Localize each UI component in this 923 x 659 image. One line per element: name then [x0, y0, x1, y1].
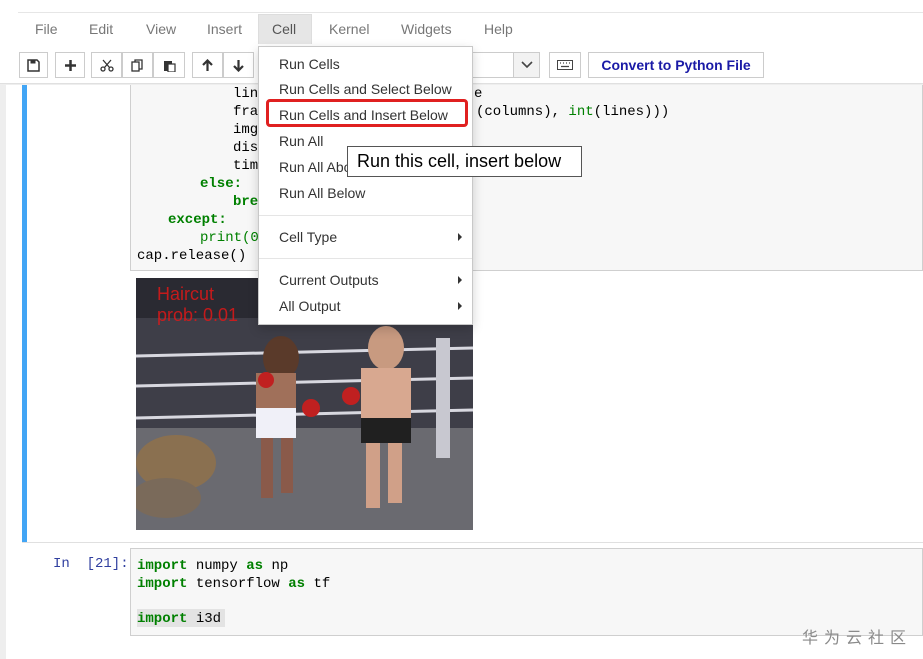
code-line-tail: e: [474, 86, 483, 102]
menu-divider: [259, 258, 472, 259]
cut-icon: [99, 59, 114, 72]
code-line: import numpy as np: [137, 558, 289, 574]
overlay-label: Haircut: [157, 284, 215, 304]
code-line: print(0: [200, 230, 259, 246]
overlay-prob: prob: 0.01: [157, 305, 239, 325]
code-keyword: import: [137, 576, 188, 592]
menu-widgets[interactable]: Widgets: [401, 20, 452, 42]
cell-separator: [22, 542, 923, 543]
code-line: tim: [233, 158, 259, 174]
menu-run-all-below[interactable]: Run All Below: [279, 183, 365, 203]
code-line: except:: [168, 212, 227, 228]
copy-button[interactable]: [122, 52, 153, 78]
menu-run-all[interactable]: Run All: [279, 131, 323, 151]
arrow-up-icon: [202, 58, 213, 71]
menubar: [0, 0, 923, 44]
convert-to-python-button[interactable]: Convert to Python File: [588, 52, 764, 78]
paste-button[interactable]: [153, 52, 185, 78]
code-line: else:: [200, 176, 243, 192]
code-line: import i3d: [137, 611, 222, 627]
insert-cell-button[interactable]: [55, 52, 85, 78]
code-line: cap.release(): [137, 248, 247, 264]
menu-file[interactable]: File: [35, 20, 58, 42]
chevron-down-icon[interactable]: [513, 53, 539, 77]
save-button[interactable]: [19, 52, 48, 78]
code-line: img: [233, 122, 259, 138]
selected-cell-indicator: [22, 85, 27, 543]
plus-icon: [64, 59, 76, 71]
code-line-tail: (columns), int(lines))): [476, 103, 669, 121]
menu-help[interactable]: Help: [484, 20, 513, 42]
command-palette-button[interactable]: [549, 52, 581, 78]
menu-edit[interactable]: Edit: [89, 20, 113, 42]
input-prompt: In [21]:: [53, 556, 129, 572]
move-down-button[interactable]: [223, 52, 254, 78]
menu-all-output[interactable]: All Output: [279, 296, 340, 316]
menu-insert[interactable]: Insert: [207, 20, 242, 42]
code-line: dis: [233, 140, 259, 156]
keyboard-icon: [557, 60, 573, 70]
code-line: lin: [233, 86, 259, 102]
move-up-button[interactable]: [192, 52, 223, 78]
menu-run-cells-select-below[interactable]: Run Cells and Select Below: [279, 79, 452, 99]
code-line: bre: [233, 194, 259, 210]
paste-icon: [163, 60, 176, 72]
code-line: import tensorflow as tf: [137, 576, 331, 592]
code-line: fra: [233, 104, 259, 120]
menu-divider: [259, 215, 472, 216]
caret-right-icon: [458, 302, 462, 310]
caret-right-icon: [458, 233, 462, 241]
code-keyword: as: [246, 558, 264, 574]
watermark: 华为云社区: [802, 630, 913, 647]
highlight-annotation-box: [266, 99, 468, 127]
code-keyword: import: [137, 611, 188, 627]
code-keyword: import: [137, 558, 188, 574]
code-fragment: (lines))): [593, 104, 670, 120]
cut-button[interactable]: [91, 52, 122, 78]
menubar-divider: [18, 12, 923, 13]
menu-cell-type[interactable]: Cell Type: [279, 227, 337, 247]
copy-icon: [131, 58, 143, 72]
code-builtin: int: [568, 104, 594, 120]
menu-run-cells[interactable]: Run Cells: [279, 54, 340, 74]
menu-cell[interactable]: Cell: [272, 20, 296, 42]
menu-current-outputs[interactable]: Current Outputs: [279, 270, 379, 290]
arrow-down-icon: [233, 59, 244, 72]
code-keyword: as: [288, 576, 306, 592]
save-icon: [27, 58, 40, 72]
code-fragment: (columns),: [476, 104, 569, 120]
menu-kernel[interactable]: Kernel: [329, 20, 369, 42]
caret-right-icon: [458, 276, 462, 284]
tooltip: Run this cell, insert below: [347, 146, 582, 177]
menu-view[interactable]: View: [146, 20, 176, 42]
